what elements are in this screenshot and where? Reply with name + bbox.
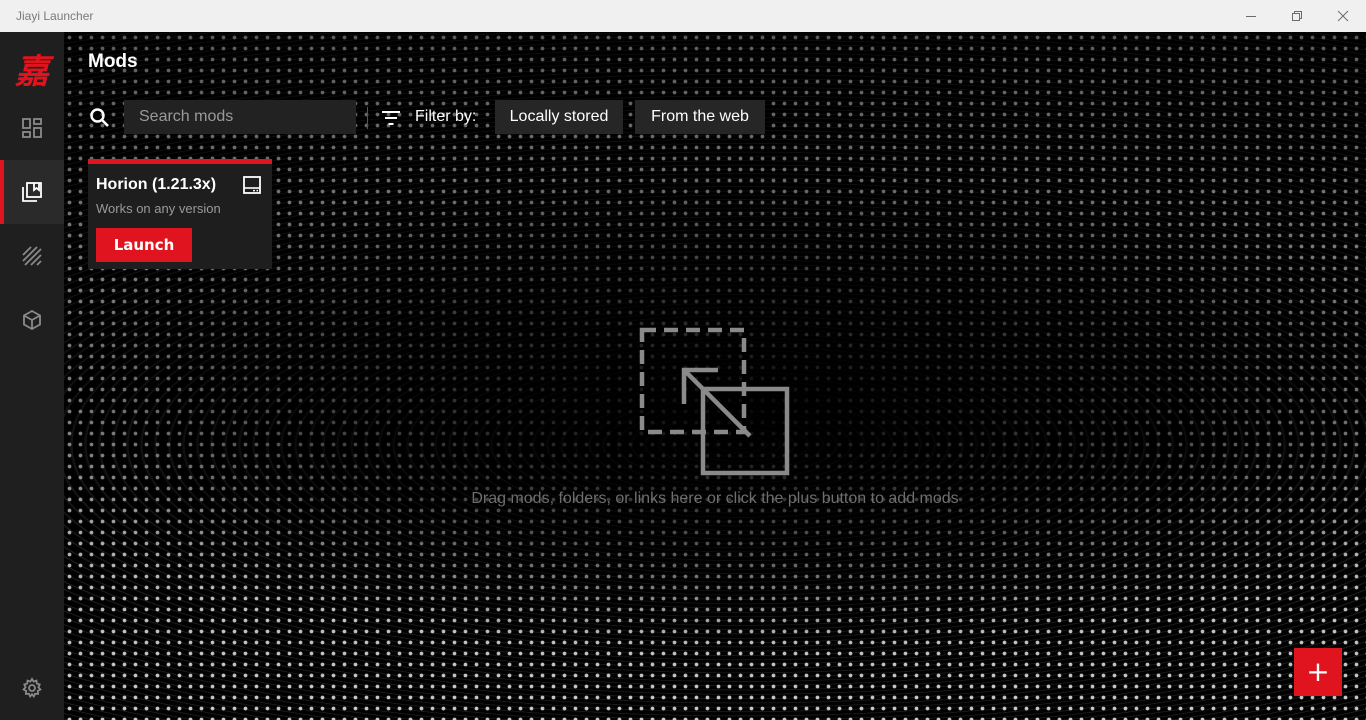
- maximize-button[interactable]: [1274, 0, 1320, 32]
- sidebar: 嘉: [0, 32, 64, 720]
- toolbar-divider: [367, 107, 368, 129]
- mod-card[interactable]: Horion (1.21.3x) Works on any version La…: [88, 159, 272, 269]
- close-button[interactable]: [1320, 0, 1366, 32]
- local-storage-icon: [243, 176, 261, 194]
- mod-name: Horion (1.21.3x): [96, 176, 217, 193]
- launch-button[interactable]: Launch: [96, 228, 192, 262]
- drop-zone-hint: Drag mods, folders, or links here or cli…: [471, 490, 959, 507]
- gear-icon: [22, 677, 42, 699]
- search-input[interactable]: [124, 100, 356, 134]
- mods-library-icon: [22, 182, 42, 202]
- search-icon: [90, 108, 109, 127]
- minimize-button[interactable]: [1228, 0, 1274, 32]
- plus-icon: +: [1306, 655, 1330, 688]
- mod-compatibility: Works on any version: [96, 201, 221, 216]
- stripes-icon: [22, 246, 42, 266]
- drag-drop-icon: [639, 327, 790, 476]
- sidebar-item-mods[interactable]: [0, 160, 64, 224]
- sidebar-item-dashboard[interactable]: [0, 96, 64, 160]
- minimize-icon: [1246, 16, 1256, 17]
- filter-icon: [382, 111, 400, 125]
- settings-button[interactable]: [0, 656, 64, 720]
- dashboard-icon: [22, 118, 42, 138]
- filter-from-the-web[interactable]: From the web: [635, 100, 765, 134]
- drop-zone: Drag mods, folders, or links here or cli…: [64, 32, 1366, 720]
- sidebar-item-packages[interactable]: [0, 288, 64, 352]
- page-title: Mods: [88, 51, 138, 72]
- restore-icon: [1292, 11, 1302, 21]
- filter-locally-stored[interactable]: Locally stored: [495, 100, 623, 134]
- window-title: Jiayi Launcher: [16, 9, 94, 23]
- close-icon: [1337, 10, 1349, 22]
- filter-label: Filter by:: [415, 108, 477, 125]
- title-bar: Jiayi Launcher: [0, 0, 1366, 32]
- sidebar-item-versions[interactable]: [0, 224, 64, 288]
- main-content: Mods Filter by: Locally stored From the …: [64, 32, 1366, 720]
- add-mod-button[interactable]: +: [1294, 648, 1342, 696]
- cube-icon: [23, 309, 41, 331]
- app-logo: 嘉: [15, 51, 49, 92]
